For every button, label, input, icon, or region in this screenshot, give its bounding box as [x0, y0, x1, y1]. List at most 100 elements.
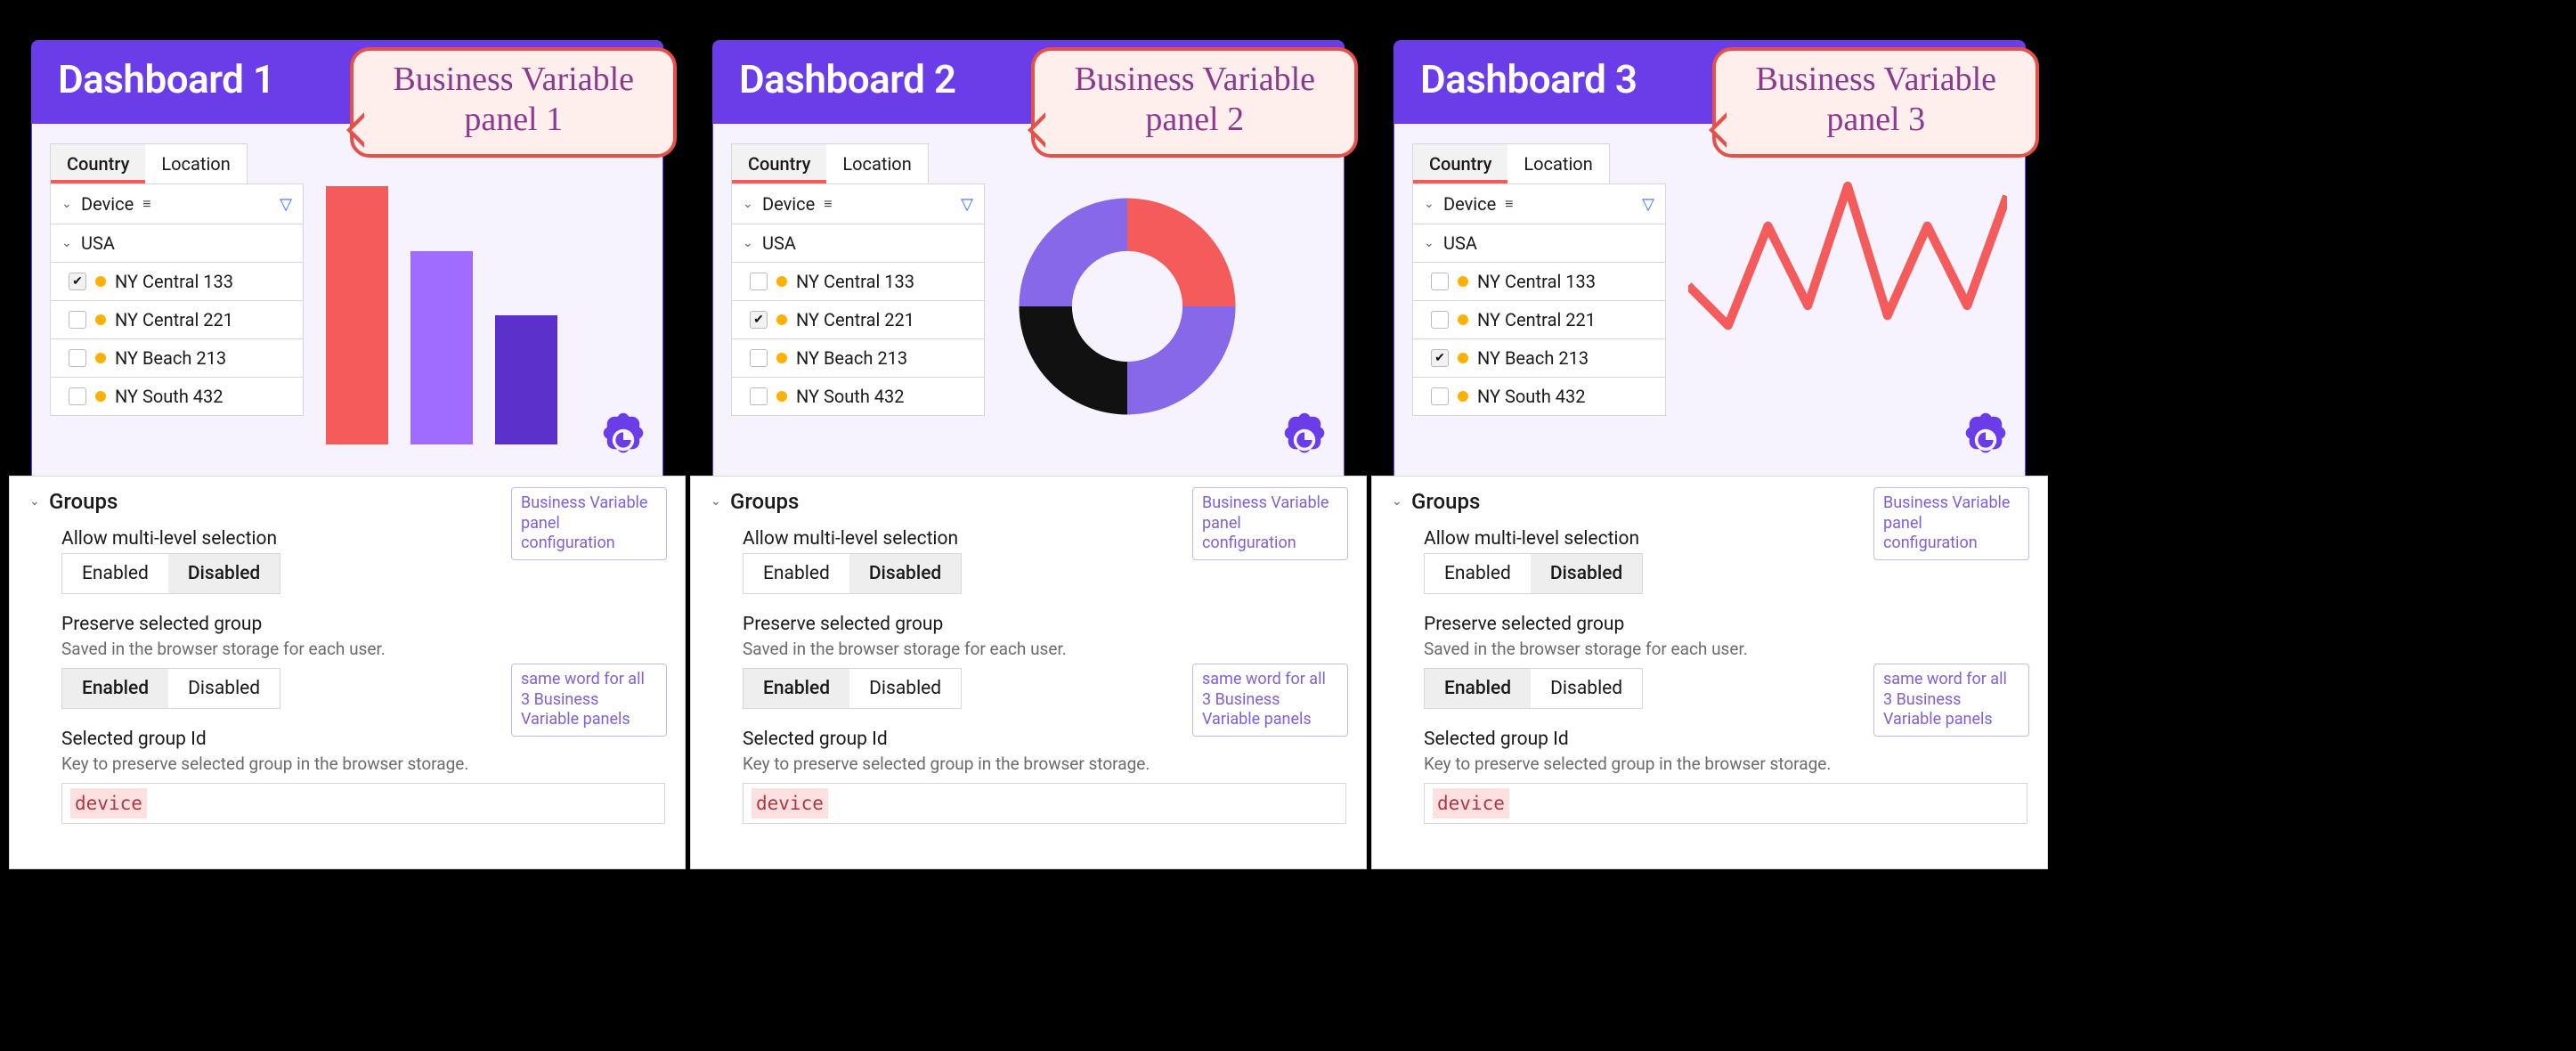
group-id-label: Selected group Id [61, 729, 665, 750]
checkbox-icon[interactable] [69, 311, 86, 329]
device-item[interactable]: NY South 432 [732, 378, 984, 415]
preserve-disabled[interactable]: Disabled [1531, 669, 1642, 708]
checkbox-icon[interactable]: ✔ [69, 273, 86, 290]
checkbox-icon[interactable] [1431, 273, 1449, 290]
device-item[interactable]: NY Central 221 [1413, 301, 1665, 339]
device-item[interactable]: NY Central 133 [732, 263, 984, 301]
tab-country[interactable]: Country [51, 144, 145, 183]
chevron-down-icon[interactable]: ⌄ [29, 494, 40, 509]
tab-country[interactable]: Country [732, 144, 826, 183]
status-dot-icon [95, 391, 106, 402]
tree-group[interactable]: ⌄ USA [51, 224, 303, 263]
chevron-down-icon[interactable]: ⌄ [61, 236, 72, 250]
group-id-sublabel: Key to preserve selected group in the br… [61, 754, 665, 774]
chevron-down-icon[interactable]: ⌄ [1424, 236, 1434, 250]
group-id-label: Selected group Id [743, 729, 1346, 750]
preserve-enabled[interactable]: Enabled [62, 669, 168, 708]
status-dot-icon [776, 353, 787, 363]
list-icon[interactable]: ≡ [1505, 195, 1513, 213]
multi-level-enabled[interactable]: Enabled [744, 554, 849, 593]
device-item-label: NY Central 221 [796, 309, 914, 330]
multi-level-disabled[interactable]: Disabled [849, 554, 961, 593]
group-id-input[interactable] [743, 783, 1346, 824]
checkbox-icon[interactable] [69, 387, 86, 405]
device-item[interactable]: NY Central 133 [1413, 263, 1665, 301]
tab-location[interactable]: Location [1507, 144, 1608, 183]
device-item[interactable]: ✔ NY Central 133 [51, 263, 303, 301]
list-icon[interactable]: ≡ [142, 195, 150, 213]
status-dot-icon [1458, 314, 1468, 325]
chevron-down-icon[interactable]: ⌄ [1392, 494, 1402, 509]
preserve-disabled[interactable]: Disabled [168, 669, 280, 708]
checkbox-icon[interactable] [750, 349, 768, 367]
tree-group[interactable]: ⌄ USA [732, 224, 984, 263]
device-item[interactable]: NY Beach 213 [732, 339, 984, 378]
callout-bubble: Business Variable panel 2 [1031, 47, 1358, 158]
device-item-label: NY Central 133 [115, 271, 233, 292]
filter-icon[interactable]: ▽ [961, 195, 973, 214]
filter-icon[interactable]: ▽ [1642, 195, 1654, 214]
group-id-input[interactable] [1424, 783, 2027, 824]
group-id-input[interactable] [61, 783, 665, 824]
checkbox-icon[interactable] [750, 387, 768, 405]
multi-level-enabled[interactable]: Enabled [1425, 554, 1531, 593]
tree-group[interactable]: ⌄ USA [1413, 224, 1665, 263]
checkbox-icon[interactable]: ✔ [750, 311, 768, 329]
multi-level-toggle: Enabled Disabled [1424, 553, 1643, 594]
device-item[interactable]: NY South 432 [1413, 378, 1665, 415]
group-id-sublabel: Key to preserve selected group in the br… [743, 754, 1346, 774]
groups-heading-label: Groups [730, 489, 799, 514]
device-item[interactable]: NY Beach 213 [51, 339, 303, 378]
chevron-down-icon[interactable]: ⌄ [743, 236, 753, 250]
chevron-down-icon[interactable]: ⌄ [711, 494, 721, 509]
preserve-disabled[interactable]: Disabled [849, 669, 961, 708]
preserve-enabled[interactable]: Enabled [1425, 669, 1531, 708]
list-icon[interactable]: ≡ [824, 195, 832, 213]
collapse-icon[interactable]: ⌄ [743, 197, 753, 211]
device-item-label: NY Central 133 [1477, 271, 1596, 292]
dashboard-column: Dashboard 1 Business Variable panel 1 Co… [31, 40, 663, 869]
checkbox-icon[interactable] [1431, 311, 1449, 329]
filter-icon[interactable]: ▽ [280, 195, 292, 214]
tree-header[interactable]: ⌄ Device ≡ ▽ [51, 184, 303, 224]
status-dot-icon [95, 314, 106, 325]
device-item-label: NY Central 133 [796, 271, 914, 292]
callout-line1: Business Variable [1755, 61, 1996, 98]
collapse-icon[interactable]: ⌄ [61, 197, 72, 211]
group-tabs: Country Location [731, 143, 929, 183]
tree-header[interactable]: ⌄ Device ≡ ▽ [732, 184, 984, 224]
groups-config-panel: Business Variable panel configuration sa… [1371, 476, 2048, 869]
device-item[interactable]: ✔ NY Beach 213 [1413, 339, 1665, 378]
tab-country[interactable]: Country [1413, 144, 1507, 183]
checkbox-icon[interactable] [750, 273, 768, 290]
tab-location[interactable]: Location [145, 144, 246, 183]
checkbox-icon[interactable] [69, 349, 86, 367]
status-dot-icon [1458, 276, 1468, 287]
multi-level-disabled[interactable]: Disabled [168, 554, 280, 593]
note-panel-config: Business Variable panel configuration [1192, 487, 1348, 560]
preserve-toggle: Enabled Disabled [61, 668, 280, 709]
checkbox-icon[interactable]: ✔ [1431, 349, 1449, 367]
preserve-enabled[interactable]: Enabled [744, 669, 849, 708]
device-item[interactable]: NY South 432 [51, 378, 303, 415]
tree-header-label: Device [762, 193, 815, 215]
device-item[interactable]: NY Central 221 [51, 301, 303, 339]
callout-line1: Business Variable [1074, 61, 1315, 98]
multi-level-toggle: Enabled Disabled [743, 553, 962, 594]
preserve-toggle: Enabled Disabled [1424, 668, 1643, 709]
checkbox-icon[interactable] [1431, 387, 1449, 405]
tree-header[interactable]: ⌄ Device ≡ ▽ [1413, 184, 1665, 224]
tab-location[interactable]: Location [826, 144, 927, 183]
multi-level-disabled[interactable]: Disabled [1531, 554, 1642, 593]
multi-level-enabled[interactable]: Enabled [62, 554, 168, 593]
device-tree: ⌄ Device ≡ ▽ ⌄ USA NY Central 133 NY Cen… [1412, 183, 1666, 416]
grafana-logo-icon [1272, 408, 1337, 472]
preserve-sublabel: Saved in the browser storage for each us… [743, 639, 1346, 659]
group-id-sublabel: Key to preserve selected group in the br… [1424, 754, 2027, 774]
device-item[interactable]: ✔ NY Central 221 [732, 301, 984, 339]
collapse-icon[interactable]: ⌄ [1424, 197, 1434, 211]
dashboard-body: Country Location ⌄ Device ≡ ▽ ⌄ USA NY C… [712, 124, 1345, 476]
callout-bubble: Business Variable panel 1 [350, 47, 677, 158]
groups-config-panel: Business Variable panel configuration sa… [690, 476, 1367, 869]
callout-line2: panel 3 [1826, 101, 1925, 138]
